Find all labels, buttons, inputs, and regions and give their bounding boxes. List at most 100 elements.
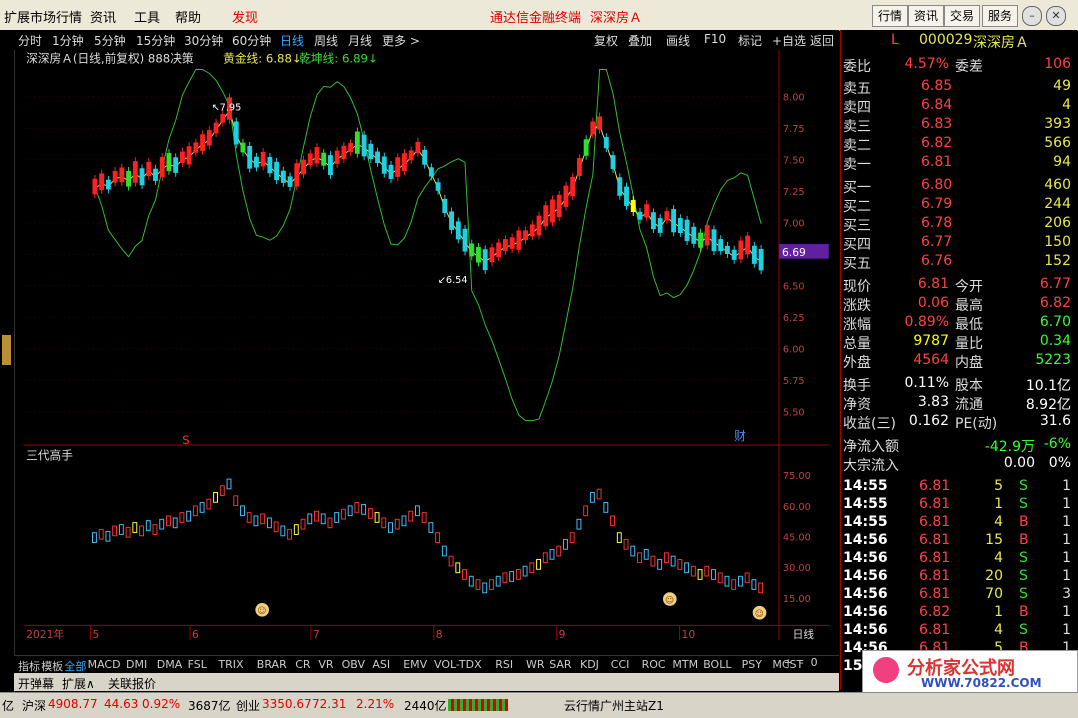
status-bar: 亿 沪深 4908.77 44.63 0.92% 3687亿 创业 3350.6…: [0, 692, 1078, 718]
indicator-tab-全部[interactable]: 全部: [64, 658, 86, 674]
indicator-tab-trix[interactable]: TRIX: [218, 658, 243, 671]
sh-label[interactable]: 沪深: [22, 697, 46, 714]
trade-button[interactable]: 交易: [944, 5, 981, 27]
indicator-tab-psy[interactable]: PSY: [742, 658, 762, 671]
sell-level-row[interactable]: 卖一 6.81 94: [841, 154, 1077, 173]
date-month-label: 5: [92, 628, 99, 640]
menu-item-news[interactable]: 资讯: [90, 7, 116, 26]
tick-row: 14:56 6.82 1 B 1: [843, 604, 1071, 620]
buy-level-row[interactable]: 买三 6.78 206: [841, 215, 1077, 234]
menu-item-market[interactable]: 扩展市场行情: [4, 7, 82, 26]
period-tab-5min[interactable]: 5分钟: [94, 32, 126, 49]
danmu-button[interactable]: 开弹幕: [18, 675, 54, 692]
sell-level-row[interactable]: 卖三 6.83 393: [841, 116, 1077, 135]
tool-back[interactable]: 返回: [810, 32, 834, 49]
kline-chart[interactable]: 8.007.757.507.257.006.756.506.256.005.75…: [14, 50, 839, 640]
service-button[interactable]: 服务: [982, 5, 1019, 27]
site-logo: 分析家公式网 WWW.70822.COM: [862, 650, 1078, 694]
price-axis-label: 5.50: [783, 408, 805, 419]
indicator-axis-label: 60.00: [783, 502, 811, 513]
indicator-tab-kdj[interactable]: KDJ: [580, 658, 599, 671]
related-quote-button[interactable]: 关联报价: [108, 675, 156, 692]
cy-change: 72.31: [312, 697, 347, 711]
cy-label[interactable]: 创业: [236, 697, 260, 714]
buy-level-row[interactable]: 买二 6.79 244: [841, 196, 1077, 215]
sell-level-row[interactable]: 卖二 6.82 566: [841, 135, 1077, 154]
indicator-name: 三代高手: [26, 449, 73, 463]
quote-stat-row: 外盘 4564 内盘 5223: [843, 352, 1071, 371]
price-axis-label: 8.00: [783, 93, 805, 104]
indicator-tab-模板[interactable]: 模板: [41, 658, 63, 674]
sell-level-row[interactable]: 卖四 6.84 4: [841, 97, 1077, 116]
indicator-axis-label: 30.00: [783, 563, 811, 574]
sell-level-row[interactable]: 卖五 6.85 49: [841, 78, 1077, 97]
price-axis-label: 6.00: [783, 345, 805, 356]
expand-button[interactable]: 扩展∧: [62, 675, 95, 692]
indicator-tab-dma[interactable]: DMA: [157, 658, 183, 671]
buy-level-row[interactable]: 买四 6.77 150: [841, 234, 1077, 253]
tick-row: 14:56 6.81 4 S 1: [843, 550, 1071, 566]
indicator-tab-fsl[interactable]: FSL: [188, 658, 207, 671]
tool-add-watch[interactable]: +自选: [772, 32, 806, 49]
minimize-icon[interactable]: –: [1022, 6, 1042, 26]
close-icon[interactable]: ✕: [1046, 6, 1066, 26]
tool-overlay[interactable]: 叠加: [628, 32, 652, 49]
period-tab-15min[interactable]: 15分钟: [136, 32, 175, 49]
period-tab-month[interactable]: 月线: [348, 32, 372, 49]
buy-level-row[interactable]: 买一 6.80 460: [841, 177, 1077, 196]
indicator-tab-vr[interactable]: VR: [318, 658, 333, 671]
indicator-tab-asi[interactable]: ASI: [372, 658, 390, 671]
zoom-controls[interactable]: + - 0: [780, 656, 838, 672]
date-month-label: 6: [192, 628, 199, 640]
info-button[interactable]: 资讯: [908, 5, 945, 27]
indicator-tab-brar[interactable]: BRAR: [257, 658, 287, 671]
date-month-label: 7: [313, 628, 320, 640]
period-tab-day[interactable]: 日线: [280, 32, 304, 49]
marker-cai[interactable]: 财: [734, 429, 746, 443]
expand-handle-icon[interactable]: [2, 335, 11, 365]
period-tab-30min[interactable]: 30分钟: [184, 32, 223, 49]
indicator-tab-emv[interactable]: EMV: [403, 658, 427, 671]
indicator-tab-cci[interactable]: CCI: [611, 658, 630, 671]
indicator-tab-vol-tdx[interactable]: VOL-TDX: [434, 658, 482, 671]
period-tab-more[interactable]: 更多 >: [382, 32, 420, 49]
indicator-tab-wr[interactable]: WR: [526, 658, 545, 671]
indicator-tab-macd[interactable]: MACD: [88, 658, 121, 671]
tool-f10[interactable]: F10: [704, 32, 726, 46]
indicator-tab-rsi[interactable]: RSI: [495, 658, 513, 671]
indicator-tab-roc[interactable]: ROC: [642, 658, 666, 671]
period-tab-week[interactable]: 周线: [314, 32, 338, 49]
price-axis-label: 7.25: [783, 187, 805, 198]
menu-item-tools[interactable]: 工具: [134, 7, 160, 26]
indicator-tab-mtm[interactable]: MTM: [672, 658, 698, 671]
marker-s[interactable]: S: [182, 433, 189, 447]
indicator-tabs: 指标 模板 全部 MACD DMI DMA FSL TRIX BRAR CR VR OBV ASI EMV…: [14, 655, 839, 674]
indicator-tab-boll[interactable]: BOLL: [703, 658, 731, 671]
period-tab-timeshare[interactable]: 分时: [18, 32, 42, 49]
tool-fuquan[interactable]: 复权: [594, 32, 618, 49]
indicator-axis-label: 45.00: [783, 533, 811, 544]
svg-text:☺: ☺: [665, 596, 674, 606]
indicator-tab-dmi[interactable]: DMI: [126, 658, 147, 671]
weibi-row: 委比 4.57% 委差 106: [843, 56, 1071, 75]
buy-level-row[interactable]: 买五 6.76 152: [841, 253, 1077, 272]
quote-stat-row: 涨跌 0.06 最高 6.82: [843, 295, 1071, 314]
window-stock-name: 深深房Ａ: [590, 11, 643, 26]
quote-button[interactable]: 行情: [872, 5, 909, 27]
stock-name: 深深房Ａ: [973, 35, 1029, 51]
cy-percent: 2.21%: [356, 697, 395, 711]
indicator-tab-cr[interactable]: CR: [295, 658, 310, 671]
period-tab-60min[interactable]: 60分钟: [232, 32, 271, 49]
indicator-tab-指标[interactable]: 指标: [18, 658, 40, 674]
period-tab-1min[interactable]: 1分钟: [52, 32, 84, 49]
flower-logo-icon: [873, 657, 899, 683]
indicator-tab-obv[interactable]: OBV: [342, 658, 365, 671]
server-name[interactable]: 云行情广州主站Z1: [564, 697, 664, 714]
tool-mark[interactable]: 标记: [738, 32, 762, 49]
sh-percent: 0.92%: [142, 697, 181, 711]
menu-item-discover[interactable]: 发现: [232, 7, 258, 26]
tool-draw[interactable]: 画线: [666, 32, 690, 49]
menu-bar: 扩展市场行情 资讯 工具 帮助 发现 通达信金融终端 深深房Ａ 行情 资讯 交易…: [0, 0, 1078, 31]
menu-item-help[interactable]: 帮助: [175, 7, 201, 26]
indicator-tab-sar[interactable]: SAR: [549, 658, 571, 671]
